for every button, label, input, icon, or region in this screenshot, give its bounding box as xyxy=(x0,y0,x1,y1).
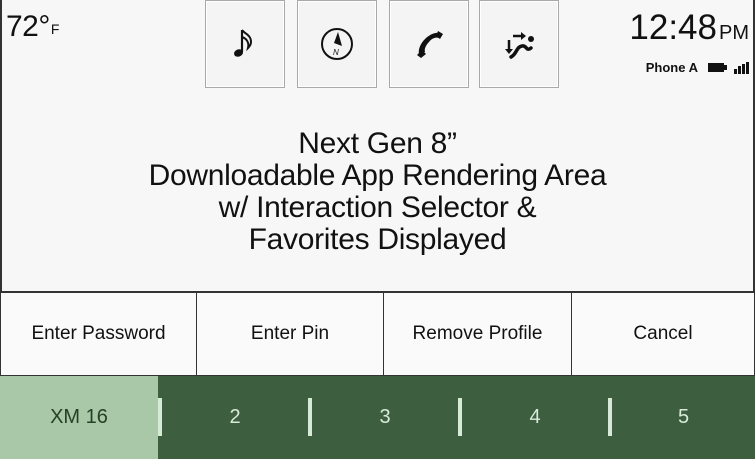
connections-icon xyxy=(505,32,534,59)
music-note-icon xyxy=(234,29,253,57)
app-text-line: Next Gen 8” xyxy=(298,127,457,160)
enter-pin-button[interactable]: Enter Pin xyxy=(196,293,384,376)
phone-icon xyxy=(417,31,443,58)
temperature-value: 72° xyxy=(6,10,50,43)
preset-5-button[interactable]: 5 xyxy=(612,376,755,459)
cancel-button[interactable]: Cancel xyxy=(571,293,755,376)
interaction-selector: Enter Password Enter Pin Remove Profile … xyxy=(0,293,755,376)
clock-ampm: PM xyxy=(719,22,749,44)
navigation-compass-icon: N xyxy=(321,28,353,60)
app-text-line: Favorites Displayed xyxy=(248,223,507,256)
clock-time: 12:48 xyxy=(629,8,717,47)
infotainment-screen: 72°F N 12:48 PM Phone A Next Gen 8” Down… xyxy=(0,0,755,459)
phone-tile-button[interactable] xyxy=(389,0,469,88)
connections-tile-button[interactable] xyxy=(479,0,559,88)
preset-2-button[interactable]: 2 xyxy=(162,376,308,459)
navigation-tile-button[interactable]: N xyxy=(297,0,377,88)
favorites-bar: XM 16 2 3 4 5 xyxy=(0,376,755,459)
phone-name: Phone A xyxy=(645,60,698,75)
app-text-line: w/ Interaction Selector & xyxy=(218,191,537,224)
signal-strength-icon xyxy=(734,61,749,74)
preset-1-button[interactable]: XM 16 xyxy=(0,376,158,459)
audio-tile-button[interactable] xyxy=(205,0,285,88)
clock: 12:48 PM xyxy=(629,8,749,48)
app-area-placeholder-text: Next Gen 8” Downloadable App Rendering A… xyxy=(0,128,755,256)
temperature-unit: F xyxy=(50,21,60,37)
remove-profile-button[interactable]: Remove Profile xyxy=(383,293,572,376)
battery-icon xyxy=(708,63,727,72)
preset-4-button[interactable]: 4 xyxy=(462,376,608,459)
svg-text:N: N xyxy=(333,48,339,57)
enter-password-button[interactable]: Enter Password xyxy=(0,293,197,376)
phone-status: Phone A xyxy=(646,60,749,75)
app-text-line: Downloadable App Rendering Area xyxy=(148,159,607,192)
preset-3-button[interactable]: 3 xyxy=(312,376,458,459)
outside-temperature: 72°F xyxy=(6,10,59,44)
